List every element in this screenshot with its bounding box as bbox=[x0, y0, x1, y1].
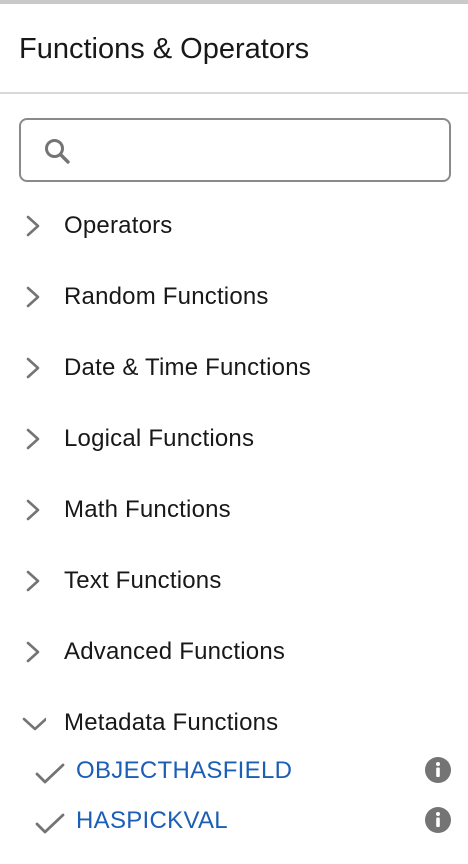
chevron-right-icon bbox=[26, 499, 40, 521]
title-divider bbox=[0, 92, 468, 94]
category-label: Random Functions bbox=[64, 283, 269, 310]
search-icon bbox=[45, 139, 70, 164]
category-random-functions[interactable]: Random Functions bbox=[0, 273, 468, 321]
category-operators[interactable]: Operators bbox=[0, 202, 468, 250]
function-item-haspickval: HASPICKVAL bbox=[0, 800, 468, 844]
function-link[interactable]: HASPICKVAL bbox=[76, 804, 228, 838]
panel-title: Functions & Operators bbox=[19, 33, 310, 65]
category-label: Logical Functions bbox=[64, 425, 255, 452]
top-border bbox=[0, 0, 468, 4]
info-icon[interactable] bbox=[424, 806, 452, 834]
category-label: Advanced Functions bbox=[64, 638, 286, 665]
info-icon[interactable] bbox=[424, 756, 452, 784]
category-math-functions[interactable]: Math Functions bbox=[0, 486, 468, 534]
search-input[interactable] bbox=[83, 128, 435, 172]
category-logical-functions[interactable]: Logical Functions bbox=[0, 415, 468, 463]
category-text-functions[interactable]: Text Functions bbox=[0, 557, 468, 605]
category-label: Operators bbox=[64, 212, 173, 239]
category-advanced-functions[interactable]: Advanced Functions bbox=[0, 628, 468, 676]
chevron-right-icon bbox=[26, 428, 40, 450]
check-icon bbox=[35, 813, 65, 834]
function-item-objecthasfield: OBJECTHASFIELD bbox=[0, 750, 468, 794]
category-date-time-functions[interactable]: Date & Time Functions bbox=[0, 344, 468, 392]
chevron-down-icon bbox=[22, 717, 46, 731]
chevron-right-icon bbox=[26, 641, 40, 663]
category-label: Date & Time Functions bbox=[64, 354, 311, 381]
category-label: Text Functions bbox=[64, 567, 222, 594]
function-link[interactable]: OBJECTHASFIELD bbox=[76, 754, 292, 788]
chevron-right-icon bbox=[26, 215, 40, 237]
chevron-right-icon bbox=[26, 286, 40, 308]
search-box[interactable] bbox=[19, 118, 451, 182]
category-metadata-functions[interactable]: Metadata Functions bbox=[0, 699, 468, 747]
chevron-right-icon bbox=[26, 570, 40, 592]
category-label: Math Functions bbox=[64, 496, 231, 523]
chevron-right-icon bbox=[26, 357, 40, 379]
check-icon bbox=[35, 763, 65, 784]
category-label: Metadata Functions bbox=[64, 709, 279, 736]
